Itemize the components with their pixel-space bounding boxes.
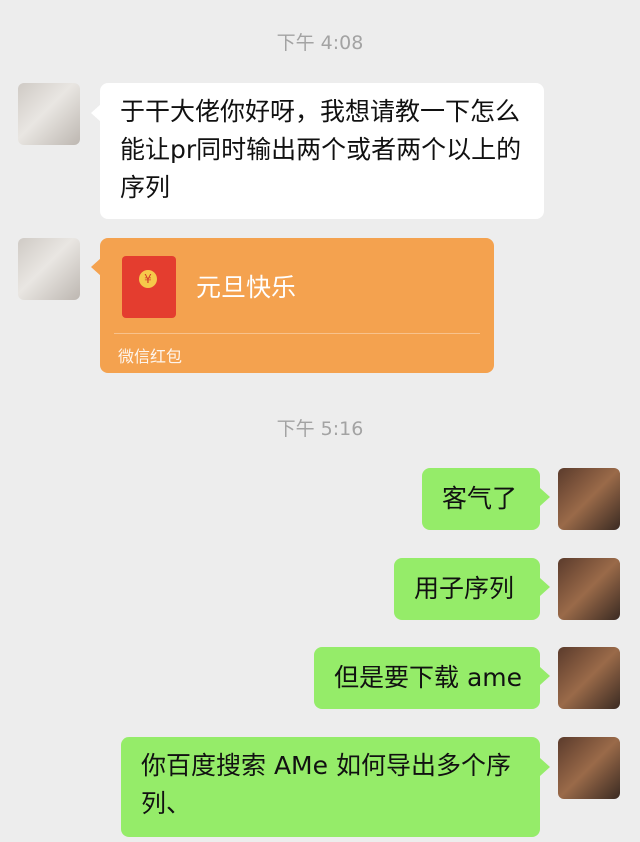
- self-avatar[interactable]: [558, 647, 620, 709]
- bubble-tail: [540, 578, 550, 596]
- self-avatar[interactable]: [558, 468, 620, 530]
- bubble-tail: [540, 667, 550, 685]
- self-avatar[interactable]: [558, 737, 620, 799]
- red-packet-label: 微信红包: [118, 347, 183, 366]
- divider: [114, 333, 480, 334]
- timestamp: 下午 5:16: [276, 418, 364, 440]
- contact-avatar[interactable]: [18, 83, 80, 145]
- red-packet-title: 元旦快乐: [196, 273, 297, 302]
- self-avatar[interactable]: [558, 558, 620, 620]
- contact-avatar[interactable]: [18, 238, 80, 300]
- coin-icon: ¥: [139, 270, 157, 288]
- timestamp: 下午 4:08: [276, 32, 364, 54]
- red-envelope-icon: ¥: [122, 256, 176, 318]
- outgoing-message[interactable]: 用子序列: [394, 558, 540, 620]
- bubble-tail: [540, 758, 550, 776]
- outgoing-message[interactable]: 但是要下载 ame: [314, 647, 540, 709]
- outgoing-message[interactable]: 客气了: [422, 468, 540, 530]
- outgoing-message[interactable]: 你百度搜索 AMe 如何导出多个序列、: [121, 737, 540, 837]
- bubble-tail: [540, 488, 550, 506]
- red-packet-card[interactable]: ¥ 元旦快乐 微信红包: [100, 238, 494, 373]
- incoming-message[interactable]: 于干大佬你好呀，我想请教一下怎么能让pr同时输出两个或者两个以上的序列: [100, 83, 544, 219]
